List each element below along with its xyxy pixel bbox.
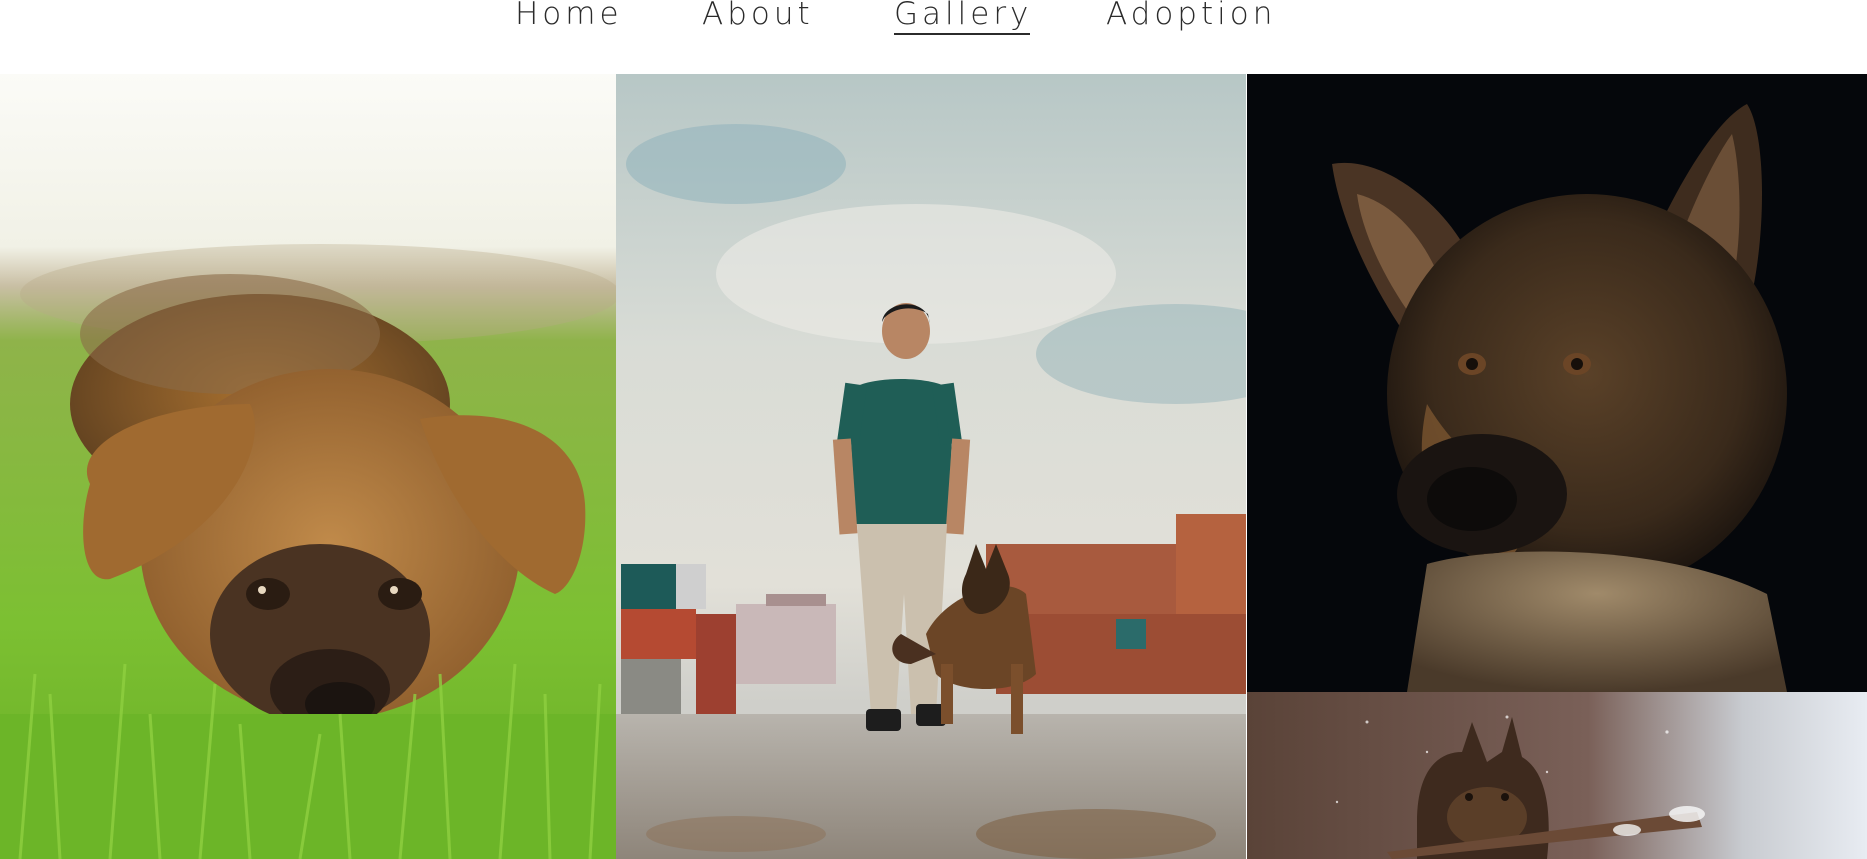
gallery-image-man-walking-dog[interactable] bbox=[616, 74, 1246, 859]
gallery-image-shepherd-snow-stick[interactable] bbox=[1247, 692, 1867, 859]
nav-about[interactable]: About bbox=[702, 0, 814, 34]
nav-gallery[interactable]: Gallery bbox=[894, 0, 1032, 35]
gallery-image-puppy-grass[interactable] bbox=[0, 74, 616, 859]
gallery-image-shepherd-portrait[interactable] bbox=[1247, 74, 1867, 692]
main-nav: Home About Gallery Adoption bbox=[0, 0, 1867, 74]
nav-adoption[interactable]: Adoption bbox=[1106, 0, 1276, 34]
nav-home[interactable]: Home bbox=[515, 0, 623, 34]
